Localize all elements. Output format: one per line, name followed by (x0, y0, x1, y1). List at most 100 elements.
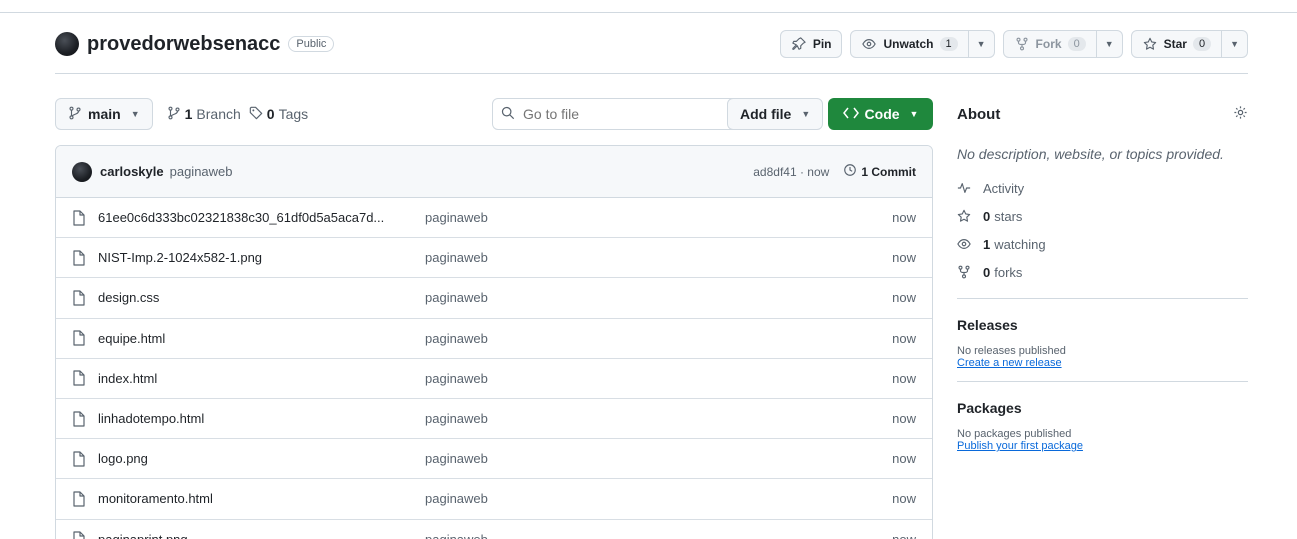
file-commit-message[interactable]: paginaweb (425, 411, 725, 426)
file-row[interactable]: logo.png paginaweb now (56, 439, 932, 480)
file-name[interactable]: equipe.html (98, 331, 413, 346)
file-name[interactable]: design.css (98, 290, 413, 305)
commit-message[interactable]: paginaweb (170, 164, 233, 179)
commit-author[interactable]: carloskyle (100, 164, 164, 179)
chevron-down-icon: ▼ (1104, 39, 1114, 49)
file-commit-message[interactable]: paginaweb (425, 250, 725, 265)
branches-count: 1 (184, 106, 193, 122)
author-avatar[interactable] (72, 161, 92, 182)
star-dropdown-button[interactable]: ▼ (1222, 30, 1248, 58)
file-commit-date: now (892, 491, 916, 507)
file-icon (72, 531, 88, 539)
file-row[interactable]: design.css paginaweb now (56, 278, 932, 319)
add-file-button[interactable]: Add file ▼ (727, 98, 824, 130)
file-toolbar: main ▼ 1 Branch 0 Tags t Add file ▼ Code… (55, 98, 933, 130)
file-row[interactable]: paginaprint.png paginaweb now (56, 520, 932, 539)
file-icon (72, 250, 88, 266)
gear-icon[interactable] (1233, 105, 1248, 123)
repo-name[interactable]: provedorwebsenacc (87, 33, 280, 56)
activity-label: Activity (983, 180, 1025, 196)
repo-stats: Activity 0 stars 1 watching 0 forks (957, 174, 1248, 286)
file-name[interactable]: logo.png (98, 451, 413, 466)
watching-count: 1 (983, 236, 991, 252)
file-commit-date: now (892, 370, 916, 386)
branch-select-button[interactable]: main ▼ (55, 98, 153, 130)
file-icon (72, 370, 88, 386)
file-commit-message[interactable]: paginaweb (425, 290, 725, 305)
file-icon (72, 330, 88, 346)
commit-hash-time[interactable]: ad8df41 · now (753, 165, 829, 179)
file-commit-message[interactable]: paginaweb (425, 491, 725, 506)
star-label: Star (1163, 37, 1187, 51)
file-name[interactable]: paginaprint.png (98, 532, 413, 539)
file-icon (72, 410, 88, 427)
stars-label: stars (994, 208, 1023, 224)
file-commit-message[interactable]: paginaweb (425, 451, 725, 466)
file-commit-message[interactable]: paginaweb (425, 371, 725, 386)
releases-title[interactable]: Releases (957, 317, 1248, 333)
pin-icon (791, 36, 807, 52)
create-release-link[interactable]: Create a new release (957, 357, 1248, 369)
star-icon (957, 209, 973, 223)
file-name[interactable]: NIST-Imp.2-1024x582-1.png (98, 250, 413, 265)
packages-title[interactable]: Packages (957, 400, 1248, 416)
file-name[interactable]: linhadotempo.html (98, 411, 413, 426)
commits-link[interactable]: 1 Commit (843, 163, 916, 180)
go-to-file-input[interactable] (523, 106, 752, 122)
file-commit-message[interactable]: paginaweb (425, 210, 725, 225)
stars-link[interactable]: 0 stars (957, 202, 1248, 230)
file-row[interactable]: linhadotempo.html paginaweb now (56, 399, 932, 440)
chevron-down-icon: ▼ (801, 109, 811, 119)
file-commit-date: now (892, 451, 916, 467)
forks-link[interactable]: 0 forks (957, 258, 1248, 286)
fork-dropdown-button[interactable]: ▼ (1096, 30, 1123, 58)
file-commit-message[interactable]: paginaweb (425, 331, 725, 346)
file-row[interactable]: 61ee0c6d333bc02321838c30_61df0d5a5aca7d.… (56, 198, 932, 239)
star-counter: 0 (1192, 37, 1212, 51)
watch-control: Unwatch 1 ▼ (850, 30, 995, 58)
chevron-down-icon: ▼ (130, 109, 140, 119)
file-commit-date: now (892, 532, 916, 539)
packages-empty-text: No packages published (957, 428, 1072, 440)
file-row[interactable]: equipe.html paginaweb now (56, 319, 932, 359)
fork-button[interactable]: Fork 0 (1002, 30, 1097, 58)
owner-avatar[interactable] (55, 32, 79, 56)
pin-button[interactable]: Pin (779, 30, 843, 58)
commit-meta: ad8df41 · now 1 Commit (753, 163, 916, 180)
fork-control: Fork 0 ▼ (1002, 30, 1123, 58)
watching-link[interactable]: 1 watching (957, 230, 1248, 258)
file-row[interactable]: NIST-Imp.2-1024x582-1.png paginaweb now (56, 238, 932, 279)
star-control: Star 0 ▼ (1130, 30, 1248, 58)
branch-icon (167, 106, 181, 123)
star-button[interactable]: Star 0 (1130, 30, 1223, 58)
sidebar: About No description, website, or topics… (957, 98, 1248, 452)
file-name[interactable]: index.html (98, 371, 413, 386)
tags-label: Tags (278, 106, 309, 122)
pulse-icon (957, 181, 973, 195)
file-icon (72, 209, 88, 226)
file-row[interactable]: monitoramento.html paginaweb now (56, 479, 932, 520)
sidebar-divider (957, 298, 1248, 299)
unwatch-label: Unwatch (883, 37, 934, 51)
repo-header: provedorwebsenacc Public Pin Unwatch 1 ▼ (55, 28, 1248, 60)
activity-link[interactable]: Activity (957, 174, 1248, 202)
file-commit-date: now (892, 330, 916, 346)
history-icon (843, 163, 857, 180)
branch-icon (68, 106, 82, 123)
file-row[interactable]: index.html paginaweb now (56, 359, 932, 399)
file-name[interactable]: monitoramento.html (98, 491, 413, 506)
publish-package-link[interactable]: Publish your first package (957, 440, 1248, 452)
unwatch-button[interactable]: Unwatch 1 (850, 30, 969, 58)
watch-dropdown-button[interactable]: ▼ (968, 30, 995, 58)
file-commit-message[interactable]: paginaweb (425, 532, 725, 539)
file-name[interactable]: 61ee0c6d333bc02321838c30_61df0d5a5aca7d.… (98, 210, 413, 225)
about-header: About (957, 98, 1248, 130)
add-file-label: Add file (740, 106, 792, 122)
tags-link[interactable]: 0 Tags (249, 106, 308, 123)
code-button[interactable]: Code ▼ (828, 98, 933, 130)
watch-counter: 1 (939, 37, 958, 51)
branches-link[interactable]: 1 Branch (167, 106, 241, 123)
file-rows: 61ee0c6d333bc02321838c30_61df0d5a5aca7d.… (56, 198, 932, 539)
releases-empty-text: No releases published (957, 345, 1066, 357)
chevron-down-icon: ▼ (976, 39, 986, 49)
